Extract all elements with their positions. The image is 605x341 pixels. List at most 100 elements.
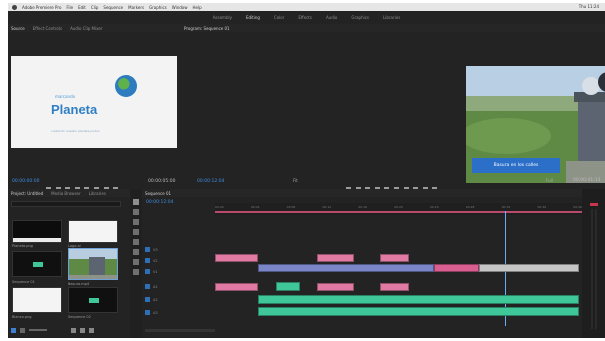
project-item-label: Basura.mp4 [68, 282, 90, 286]
hand-tool-icon[interactable] [133, 259, 139, 265]
program-tabs: Program: Sequence 01 [181, 24, 605, 32]
project-item-thumb[interactable] [12, 251, 62, 277]
ruler-mark: 00:04 [250, 205, 260, 209]
program-quality-select[interactable]: Full [546, 178, 553, 183]
apple-icon[interactable] [12, 4, 17, 10]
track-header-a2: A2 [142, 295, 215, 304]
timeline-clip[interactable] [317, 254, 354, 262]
project-item-thumb[interactable] [68, 220, 118, 243]
track-label: V3 [153, 247, 158, 252]
menu-help[interactable]: Help [193, 5, 202, 10]
globe-icon [115, 75, 137, 97]
logo-planeta: Planeta [51, 102, 98, 117]
timeline-timecode[interactable]: 00:00:12:04 [146, 200, 173, 205]
timeline-clip[interactable] [434, 264, 479, 272]
workspace-libraries[interactable]: Libraries [380, 14, 403, 21]
tab-audio-clip-mixer[interactable]: Audio Clip Mixer [70, 26, 102, 31]
tab-sequence[interactable]: Sequence 01 [145, 191, 171, 196]
audio-clip[interactable] [276, 282, 300, 291]
program-timecode[interactable]: 00:00:12:04 [197, 179, 224, 184]
menu-edit[interactable]: Edit [78, 5, 86, 10]
track-target-toggle[interactable] [145, 247, 150, 252]
track-target-toggle[interactable] [145, 284, 150, 289]
project-item-thumb[interactable] [68, 287, 118, 313]
meter-right [595, 209, 597, 329]
audio-meters [582, 189, 605, 338]
workspace-editing[interactable]: Editing [243, 14, 263, 21]
project-item-label: Planeta.png [12, 244, 33, 248]
ripple-edit-tool-icon[interactable] [133, 219, 139, 225]
audio-clip[interactable] [258, 295, 579, 304]
audio-clip[interactable] [317, 283, 354, 291]
tab-project[interactable]: Project: Untitled [11, 191, 43, 196]
ruler-mark: 00:40 [573, 205, 582, 209]
timeline-panel: Sequence 01 00:00:12:04 00:00 00:04 00:0… [142, 189, 582, 338]
project-tabs: Project: Untitled Media Browser Librarie… [8, 189, 130, 197]
slip-tool-icon[interactable] [133, 239, 139, 245]
timeline-clip[interactable] [479, 264, 579, 272]
workspace-bar: Assembly Editing Color Effects Audio Gra… [8, 11, 605, 24]
project-item-thumb[interactable] [12, 220, 62, 243]
app-menu[interactable]: Adobe Premiere Pro [22, 5, 61, 10]
list-view-icon[interactable] [11, 327, 16, 333]
tab-program[interactable]: Program: Sequence 01 [184, 26, 230, 31]
tab-libraries[interactable]: Libraries [89, 191, 106, 196]
menu-sequence[interactable]: Sequence [103, 5, 123, 10]
icon-view-icon[interactable] [20, 327, 25, 333]
track-target-toggle[interactable] [145, 310, 150, 315]
track-label: A3 [153, 310, 158, 315]
track-target-toggle[interactable] [145, 258, 150, 263]
source-timecode[interactable]: 00:00:00:00 [12, 179, 39, 184]
track-header-v1: V1 [142, 267, 215, 276]
new-bin-icon[interactable] [71, 327, 76, 333]
audio-clip[interactable] [215, 283, 258, 291]
timeline-clip[interactable] [215, 254, 258, 262]
menu-markers[interactable]: Markers [128, 5, 144, 10]
workspace-color[interactable]: Color [271, 14, 287, 21]
tab-effect-controls[interactable]: Effect Controls [33, 26, 62, 31]
project-search-input[interactable] [11, 201, 121, 207]
workspace-assembly[interactable]: Assembly [210, 14, 235, 21]
ruler-mark: 00:12 [322, 205, 332, 209]
ruler-mark: 00:08 [286, 205, 296, 209]
track-select-tool-icon[interactable] [133, 209, 139, 215]
timeline-clip[interactable] [380, 254, 409, 262]
track-target-toggle[interactable] [145, 269, 150, 274]
menu-graphics[interactable]: Graphics [149, 5, 167, 10]
tab-source[interactable]: Source [11, 26, 25, 31]
workspace-effects[interactable]: Effects [295, 14, 315, 21]
source-video-frame[interactable]: marcando Planeta cuidando nuestro planet… [11, 56, 177, 148]
track-header-a3: A3 [142, 308, 215, 317]
workspace-graphics[interactable]: Graphics [348, 14, 372, 21]
project-item-label: Blanco.png [12, 315, 32, 319]
zoom-slider[interactable] [29, 329, 47, 331]
track-target-toggle[interactable] [145, 297, 150, 302]
project-item-thumb[interactable] [68, 248, 118, 280]
program-video-frame[interactable]: Basura en los calles [466, 66, 605, 183]
type-tool-icon[interactable] [133, 269, 139, 275]
new-item-icon[interactable] [80, 327, 85, 333]
trash-icon[interactable] [89, 327, 94, 333]
audio-clip[interactable] [258, 307, 579, 316]
menu-clip[interactable]: Clip [91, 5, 99, 10]
menu-window[interactable]: Window [172, 5, 188, 10]
audio-clip[interactable] [380, 283, 409, 291]
peak-indicator [590, 203, 598, 206]
work-area-bar[interactable] [215, 211, 582, 213]
workspace-audio[interactable]: Audio [323, 14, 340, 21]
ruler-mark: 00:20 [394, 205, 403, 209]
time-ruler[interactable]: 00:00 00:04 00:08 00:12 00:16 00:20 00:2… [215, 203, 582, 215]
razor-tool-icon[interactable] [133, 229, 139, 235]
tab-media-browser[interactable]: Media Browser [51, 191, 81, 196]
project-item-thumb[interactable] [12, 287, 62, 313]
timeline-clip[interactable] [258, 264, 434, 272]
selection-tool-icon[interactable] [133, 199, 139, 205]
program-fit-select[interactable]: Fit [293, 178, 298, 183]
premiere-window: Adobe Premiere Pro File Edit Clip Sequen… [8, 3, 605, 338]
basura-thumb-image [69, 249, 117, 279]
menu-bar: Adobe Premiere Pro File Edit Clip Sequen… [8, 3, 605, 11]
pen-tool-icon[interactable] [133, 249, 139, 255]
source-tabs: Source Effect Controls Audio Clip Mixer [8, 24, 181, 32]
menu-file[interactable]: File [66, 5, 73, 10]
timeline-zoom-bar[interactable] [145, 329, 215, 332]
